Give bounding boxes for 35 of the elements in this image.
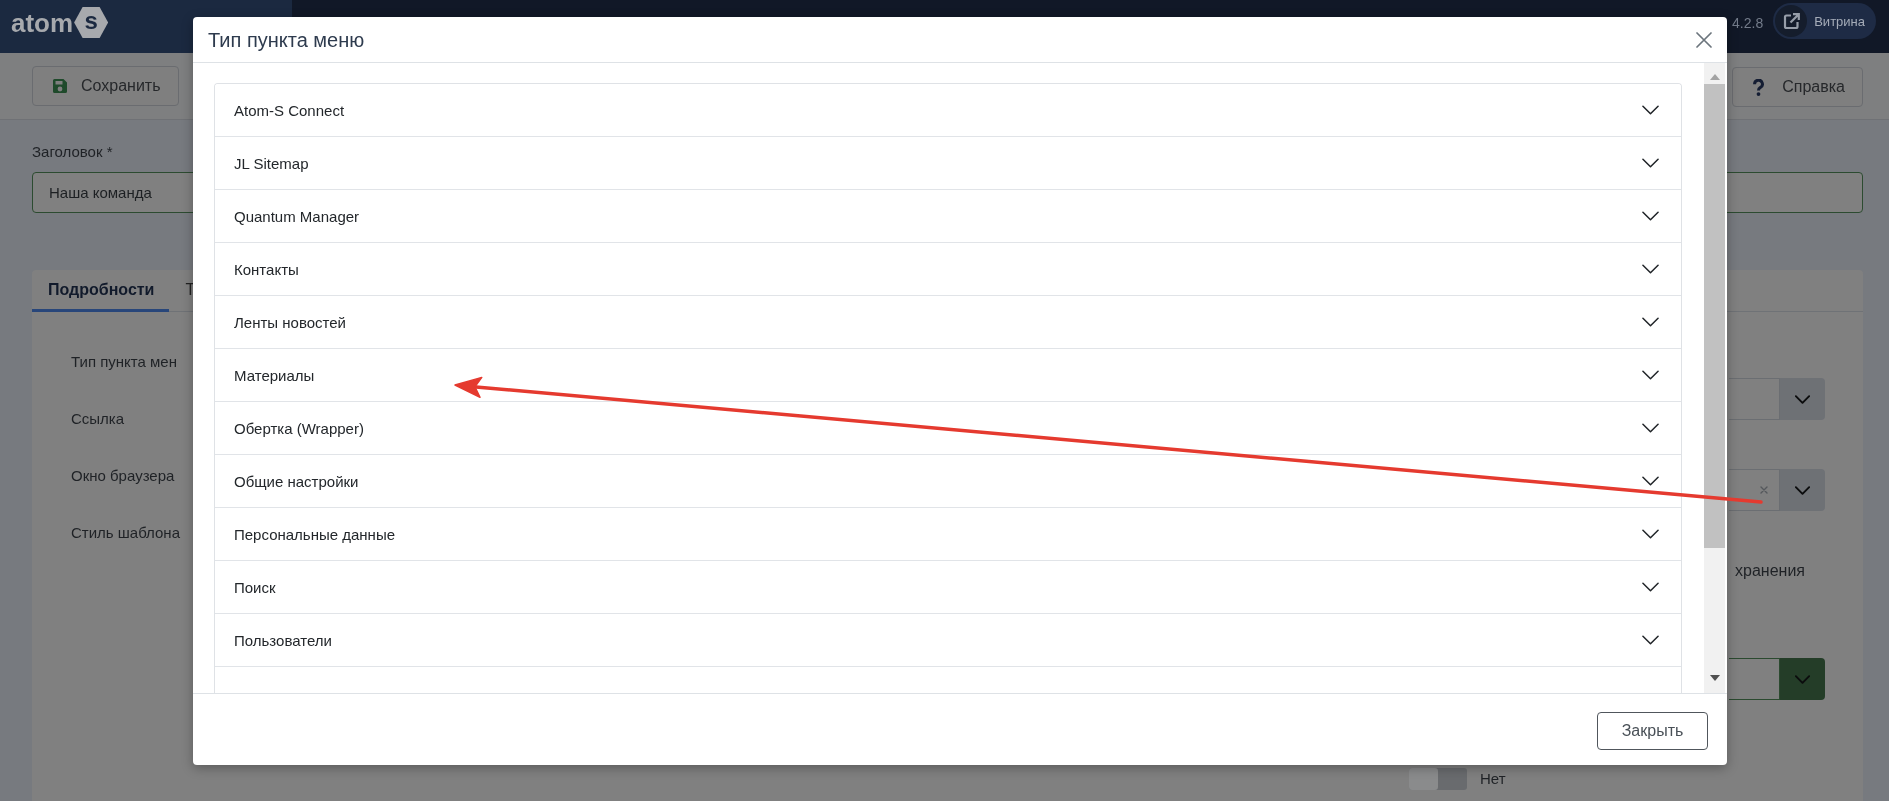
site-button[interactable]: Витрина [1773, 3, 1876, 39]
field-label: Заголовок * [32, 143, 113, 161]
dropdown-button[interactable] [1780, 378, 1825, 420]
tab[interactable]: Подробности [32, 270, 170, 312]
logo-wordmark: atom [11, 7, 74, 38]
save-icon [53, 79, 67, 93]
field-label: Тип пункта мен [71, 352, 177, 372]
logo-badge: s [74, 7, 109, 38]
question-mark-icon [1753, 78, 1765, 96]
accordion-item[interactable]: Atom-S Connect [215, 84, 1681, 137]
toggle-switch[interactable] [1409, 768, 1467, 790]
modal-title: Тип пункта меню [208, 27, 365, 52]
save-button[interactable]: Сохранить [32, 66, 179, 106]
field-label: хранения [1735, 561, 1805, 581]
dropdown-button[interactable] [1780, 658, 1825, 700]
chevron-down-icon [1795, 485, 1810, 495]
dropdown-button[interactable] [1780, 469, 1825, 511]
scroll-up-icon[interactable] [1709, 74, 1720, 80]
clear-icon[interactable] [1760, 486, 1768, 494]
version-text: 4.2.8 [1732, 15, 1764, 31]
external-link-icon [1775, 5, 1808, 37]
close-icon[interactable] [1696, 31, 1712, 48]
field-label: Стиль шаблона [71, 523, 180, 543]
select-field[interactable] [1729, 469, 1780, 511]
select-field[interactable] [1729, 378, 1780, 420]
chevron-down-icon [1795, 674, 1810, 684]
field-label: Ссылка [71, 409, 125, 429]
scroll-down-icon[interactable] [1709, 675, 1720, 681]
scrollbar-thumb[interactable] [1704, 84, 1725, 548]
close-button[interactable]: Закрыть [1597, 711, 1708, 750]
chevron-down-icon [1795, 394, 1810, 404]
toggle-label: Нет [1480, 769, 1506, 789]
field-label: Окно браузера [71, 466, 175, 486]
select-field[interactable] [1729, 658, 1780, 700]
help-button[interactable]: Справка [1732, 67, 1863, 107]
